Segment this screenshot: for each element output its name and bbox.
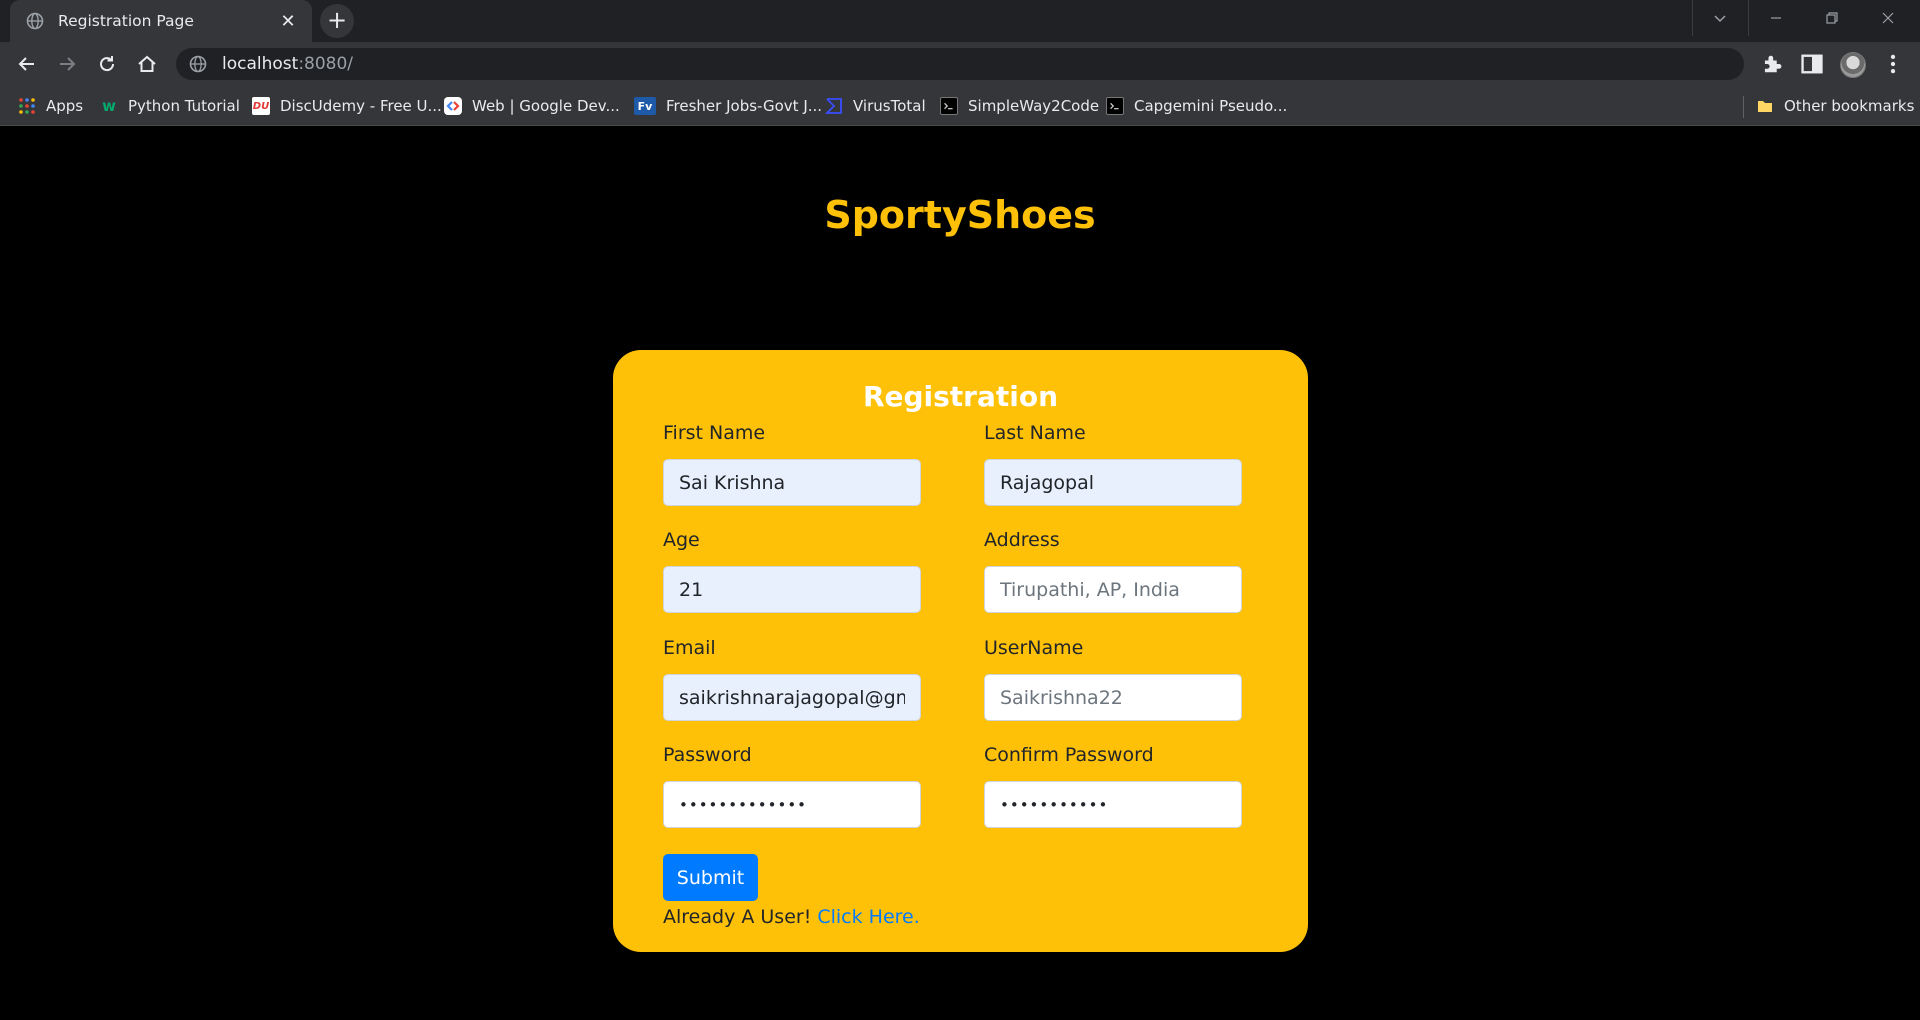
confirm-password-input[interactable]: [984, 781, 1242, 828]
google-dev-icon: [444, 97, 462, 115]
age-input[interactable]: [663, 566, 921, 613]
last-name-label: Last Name: [984, 422, 1086, 444]
discudemy-icon: DU: [252, 97, 270, 115]
side-panel-icon[interactable]: [1799, 51, 1825, 77]
bookmark-label: Fresher Jobs-Govt J...: [666, 97, 823, 115]
bookmark-label: Capgemini Pseudo...: [1134, 97, 1288, 115]
bookmark-label: Apps: [46, 97, 84, 115]
age-label: Age: [663, 529, 700, 551]
extensions-icon[interactable]: [1759, 51, 1785, 77]
brand-title: SportyShoes: [824, 193, 1096, 237]
bookmark-label: Python Tutorial: [128, 97, 240, 115]
site-info-icon[interactable]: [188, 54, 208, 74]
bookmarks-divider: [1743, 96, 1744, 118]
bookmarks-bar: Apps w Python Tutorial DU DiscUdemy - Fr…: [0, 86, 1920, 126]
bookmark-apps[interactable]: Apps: [18, 95, 83, 117]
close-tab-icon[interactable]: ✕: [278, 11, 298, 32]
profile-avatar[interactable]: [1840, 52, 1866, 78]
bookmark-virustotal[interactable]: VirusTotal: [825, 95, 926, 117]
address-label: Address: [984, 529, 1060, 551]
browser-tab[interactable]: Registration Page ✕: [10, 0, 312, 42]
reload-icon[interactable]: [91, 48, 123, 80]
terminal-icon: [940, 97, 958, 115]
restore-icon[interactable]: [1804, 0, 1860, 36]
w3-icon: w: [102, 97, 116, 115]
confirm-password-label: Confirm Password: [984, 744, 1154, 766]
tab-search-icon[interactable]: [1692, 0, 1748, 36]
other-bookmarks[interactable]: Other bookmarks: [1756, 95, 1914, 117]
virustotal-icon: [825, 97, 843, 115]
tab-title: Registration Page: [58, 12, 194, 30]
apps-grid-icon: [18, 97, 36, 115]
address-bar[interactable]: localhost:8080/: [176, 48, 1744, 80]
browser-titlebar: Registration Page ✕ +: [0, 0, 1920, 42]
form-title: Registration: [862, 380, 1059, 413]
close-window-icon[interactable]: [1860, 0, 1916, 36]
minimize-icon[interactable]: [1748, 0, 1804, 36]
email-input[interactable]: [663, 674, 921, 721]
fv-icon: Fv: [634, 97, 656, 115]
login-prompt: Already A User! Click Here.: [663, 906, 920, 928]
password-label: Password: [663, 744, 752, 766]
bookmark-simpleway2code[interactable]: SimpleWay2Code: [940, 95, 1099, 117]
login-prompt-text: Already A User!: [663, 906, 818, 928]
email-label: Email: [663, 637, 716, 659]
terminal-icon: [1106, 97, 1124, 115]
bookmark-label: SimpleWay2Code: [968, 97, 1100, 115]
folder-icon: [1756, 97, 1774, 115]
home-icon[interactable]: [131, 48, 163, 80]
forward-icon[interactable]: [51, 48, 83, 80]
globe-icon: [26, 12, 44, 30]
url-host: localhost: [222, 54, 299, 74]
browser-toolbar: localhost:8080/: [0, 42, 1920, 86]
bookmark-label: DiscUdemy - Free U...: [280, 97, 442, 115]
page-viewport: SportyShoes Registration First Name Last…: [0, 127, 1920, 1020]
menu-kebab-icon[interactable]: [1880, 51, 1906, 77]
username-input[interactable]: [984, 674, 1242, 721]
bookmark-discudemy[interactable]: DU DiscUdemy - Free U...: [252, 95, 442, 117]
username-label: UserName: [984, 637, 1084, 659]
registration-form: Registration First Name Last Name Age Ad…: [613, 350, 1308, 952]
bookmark-google-dev[interactable]: Web | Google Dev...: [444, 95, 620, 117]
other-bookmarks-label: Other bookmarks: [1784, 97, 1915, 115]
first-name-label: First Name: [663, 422, 766, 444]
last-name-input[interactable]: [984, 459, 1242, 506]
bookmark-python-tutorial[interactable]: w Python Tutorial: [100, 95, 240, 117]
bookmark-label: Web | Google Dev...: [472, 97, 620, 115]
bookmark-fresher-jobs[interactable]: Fv Fresher Jobs-Govt J...: [634, 95, 822, 117]
bookmark-capgemini[interactable]: Capgemini Pseudo...: [1106, 95, 1287, 117]
password-input[interactable]: [663, 781, 921, 828]
new-tab-button[interactable]: +: [320, 4, 354, 38]
address-input[interactable]: [984, 566, 1242, 613]
back-icon[interactable]: [11, 48, 43, 80]
bookmark-label: VirusTotal: [853, 97, 926, 115]
first-name-input[interactable]: [663, 459, 921, 506]
login-link[interactable]: Click Here.: [817, 906, 919, 928]
submit-button[interactable]: Submit: [663, 854, 758, 901]
url-path: :8080/: [298, 54, 354, 74]
